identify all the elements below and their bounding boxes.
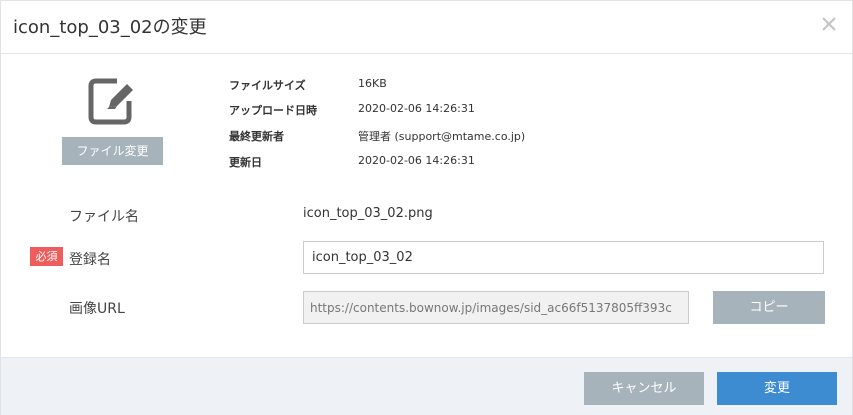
meta-value-file-size: 16KB [358,77,387,90]
filename-label: ファイル名 [69,209,139,225]
dialog-header: icon_top_03_02の変更 [1,1,852,54]
close-icon[interactable] [818,13,840,35]
meta-label-file-size: ファイルサイズ [229,79,306,92]
url-label: 画像URL [69,301,125,317]
dialog-title: icon_top_03_02の変更 [13,17,207,38]
change-file-button[interactable]: ファイル変更 [62,137,163,165]
meta-label-updated-date: 更新日 [229,156,262,169]
meta-value-last-updater: 管理者 (support@mtame.co.jp) [358,130,526,143]
name-label: 登録名 [69,252,111,268]
name-input[interactable] [303,241,824,274]
copy-button[interactable]: コピー [713,291,825,324]
submit-button[interactable]: 変更 [717,372,837,405]
meta-label-upload-date: アップロード日時 [229,104,317,117]
edit-document-icon [87,77,137,127]
meta-value-upload-date: 2020-02-06 14:26:31 [358,102,475,115]
url-input[interactable] [303,291,689,324]
filename-value: icon_top_03_02.png [303,206,433,221]
meta-label-last-updater: 最終更新者 [229,130,284,143]
dialog-footer: キャンセル 変更 [1,357,852,415]
cancel-button[interactable]: キャンセル [584,372,704,405]
meta-value-updated-date: 2020-02-06 14:26:31 [358,154,475,167]
required-badge: 必須 [30,247,63,266]
file-edit-dialog: icon_top_03_02の変更 ファイル変更 ファイルサイズ 16KB アッ… [0,0,853,415]
